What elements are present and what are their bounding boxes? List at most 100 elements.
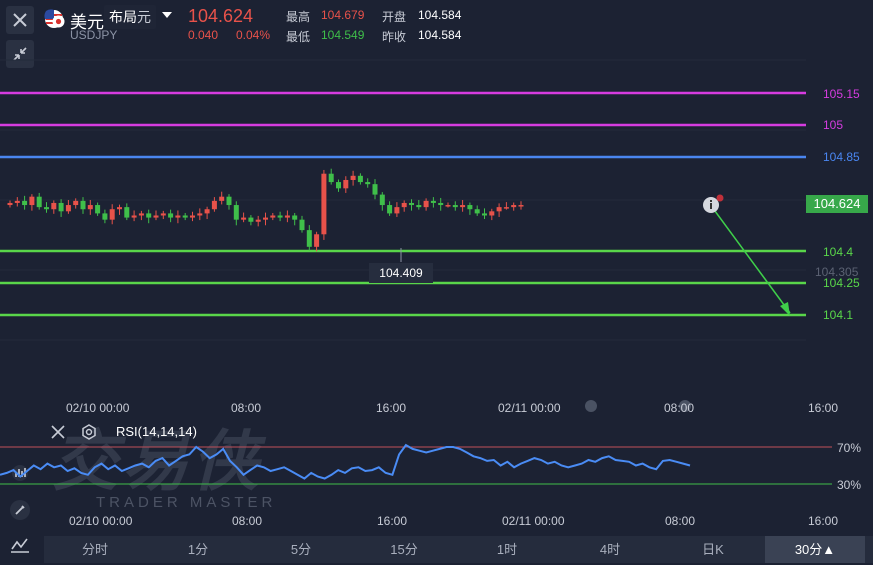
rsi-title: RSI(14,14,14) xyxy=(116,424,197,439)
level-tag-104-1: 104.1 xyxy=(813,308,873,323)
candle-body xyxy=(182,215,188,218)
candle-body xyxy=(474,209,480,214)
candle-body xyxy=(109,209,115,220)
candle-body xyxy=(226,196,232,206)
candle-body xyxy=(124,207,130,218)
main-axis-label: 08:00 xyxy=(231,401,262,415)
tab-timeframe[interactable]: 4时 xyxy=(574,536,646,563)
candle-body xyxy=(277,215,283,218)
rsi-level-70: 70% xyxy=(837,441,862,455)
candle-body xyxy=(29,196,35,206)
tab-timeframe[interactable]: 日K xyxy=(677,536,749,563)
tab-timeframe[interactable]: 1时 xyxy=(471,536,543,563)
current-price-tag-label: 104.624 xyxy=(813,196,861,211)
candle-body xyxy=(160,213,166,216)
candle-body xyxy=(117,207,122,210)
candle-body xyxy=(379,194,385,206)
candle-body xyxy=(292,215,298,220)
candle-body xyxy=(73,200,79,206)
candle-body xyxy=(138,213,144,216)
candle-body xyxy=(233,205,239,220)
candle-body xyxy=(58,202,64,212)
candle-body xyxy=(284,215,290,218)
low-annotation: 104.409 xyxy=(369,263,433,283)
main-axis-label: 16:00 xyxy=(808,401,839,415)
candle-body xyxy=(248,217,254,222)
candle-body xyxy=(452,205,458,208)
main-axis-label: 02/10 00:00 xyxy=(66,401,130,415)
candle-body xyxy=(102,213,108,220)
candle-body xyxy=(255,219,261,222)
candle-body xyxy=(299,219,305,231)
candle-body xyxy=(401,202,407,208)
rsi-axis-label: 08:00 xyxy=(232,514,263,528)
candle-body xyxy=(306,230,312,247)
candle-body xyxy=(131,215,137,218)
candle-body xyxy=(496,207,502,212)
candle-body xyxy=(197,213,203,216)
level-tag-104-4: 104.4 xyxy=(813,245,873,260)
candle-body xyxy=(190,215,195,218)
rsi-settings-icon[interactable] xyxy=(80,423,98,441)
candle-body xyxy=(357,175,363,183)
current-price-tag: 104.624 xyxy=(806,195,868,213)
candle-body xyxy=(175,215,181,218)
candle-body xyxy=(328,173,334,183)
rsi-axis-label: 02/11 00:00 xyxy=(502,514,565,528)
candle-body xyxy=(263,217,268,220)
candle-body xyxy=(22,200,28,206)
candle-body xyxy=(350,175,356,180)
candle-body xyxy=(44,207,49,210)
candle-body xyxy=(7,202,13,206)
rsi-line xyxy=(0,443,691,480)
rsi-axis-label: 08:00 xyxy=(665,514,696,528)
line-chart-icon xyxy=(11,538,29,553)
tab-timeframe[interactable]: 1分 xyxy=(162,536,234,563)
chart-type-button[interactable] xyxy=(6,531,34,559)
rsi-axis-label: 02/10 00:00 xyxy=(69,514,133,528)
candle-body xyxy=(511,205,517,208)
tab-timeframe[interactable]: 5分 xyxy=(265,536,337,563)
candle-body xyxy=(168,213,174,218)
candle-body xyxy=(409,202,414,206)
time-marker-dot xyxy=(585,400,597,412)
candle-body xyxy=(372,184,378,195)
rsi-level-30: 30% xyxy=(837,478,862,492)
candle-body xyxy=(518,205,524,207)
candle-body xyxy=(204,209,210,214)
main-axis-label: 08:00 xyxy=(664,401,695,415)
candle-body xyxy=(503,207,509,209)
rsi-close-icon[interactable] xyxy=(49,423,67,441)
candle-body xyxy=(394,207,400,214)
level-tag-105-15: 105.15 xyxy=(813,87,873,102)
candle-body xyxy=(146,213,152,218)
candle-body xyxy=(95,205,101,214)
candle-body xyxy=(482,213,487,216)
candle-body xyxy=(241,217,247,220)
candlestick-chart[interactable] xyxy=(0,0,873,400)
candle-body xyxy=(416,205,422,208)
candle-body xyxy=(80,200,86,210)
tab-timeframe-active[interactable]: 30分▲ xyxy=(765,536,865,563)
candle-body xyxy=(153,215,159,218)
main-axis-label: 16:00 xyxy=(376,401,407,415)
candle-body xyxy=(14,200,20,203)
candle-body xyxy=(430,200,436,203)
candle-body xyxy=(460,205,466,208)
level-tag-105: 105 xyxy=(813,118,873,133)
candle-body xyxy=(219,196,225,201)
tab-timeframe[interactable]: 分时 xyxy=(59,536,131,563)
candle-body xyxy=(321,173,327,235)
level-tag-104-25: 104.25 xyxy=(813,276,873,291)
candle-body xyxy=(445,205,451,207)
candle-body xyxy=(211,200,217,210)
candle-body xyxy=(65,205,71,212)
candle-body xyxy=(467,205,473,210)
candle-body xyxy=(489,211,495,216)
candle-body xyxy=(87,205,93,210)
info-icon[interactable] xyxy=(700,193,726,217)
tab-timeframe[interactable]: 15分 xyxy=(368,536,440,563)
candle-body xyxy=(438,202,444,206)
candle-body xyxy=(387,205,393,214)
main-axis-label: 02/11 00:00 xyxy=(498,401,561,415)
